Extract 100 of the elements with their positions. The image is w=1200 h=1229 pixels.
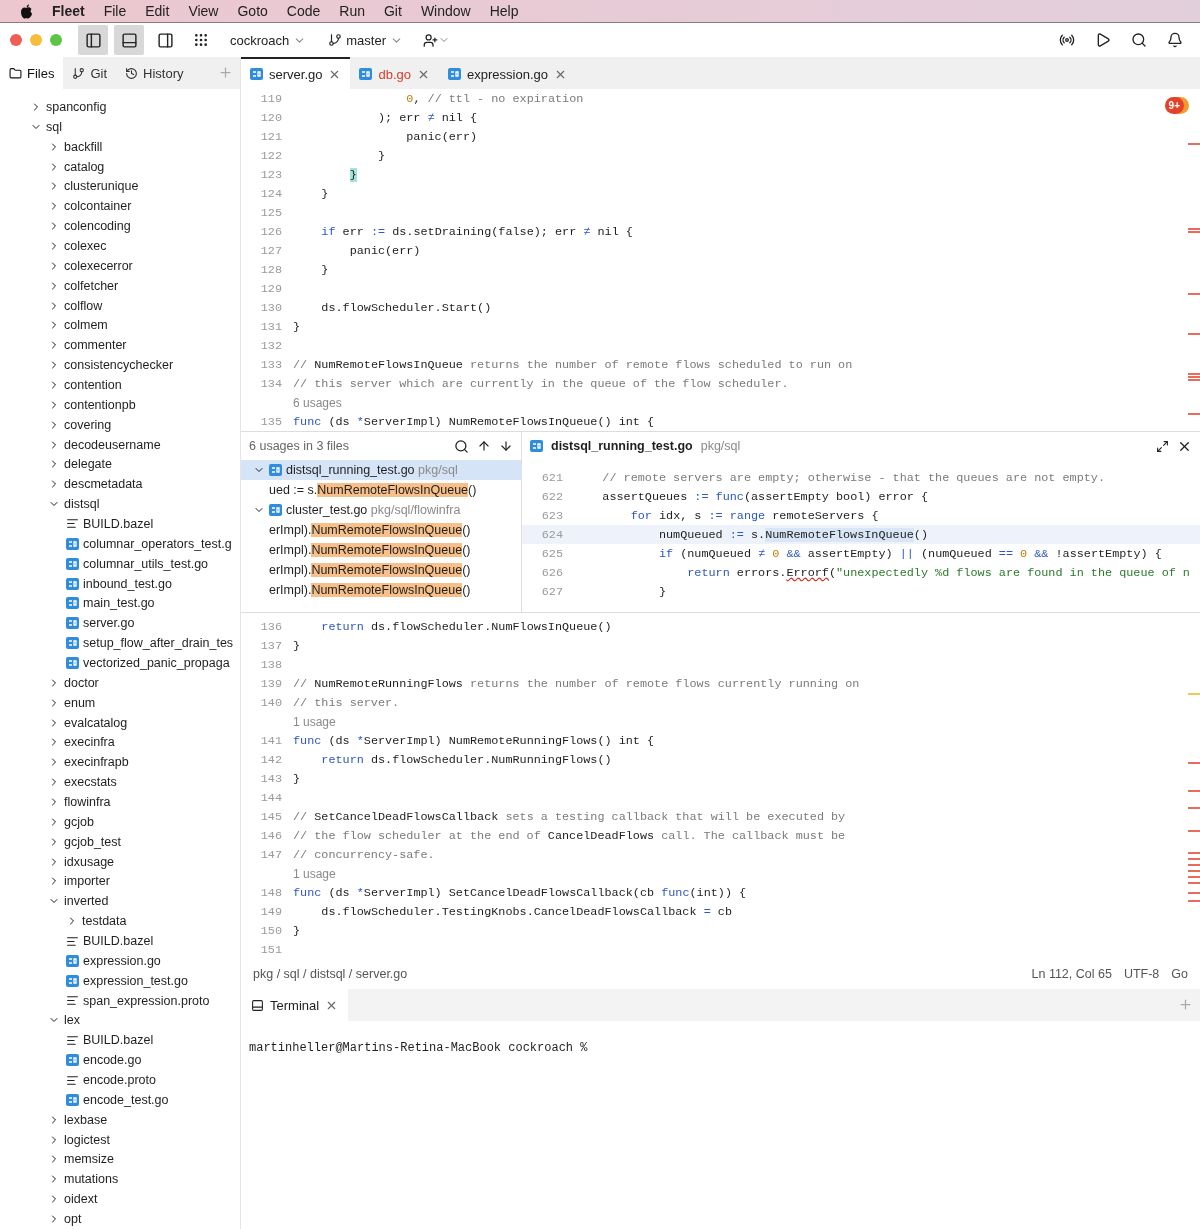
- down-arrow-icon[interactable]: [499, 439, 513, 453]
- menu-item[interactable]: View: [188, 3, 219, 19]
- folder-label[interactable]: catalog: [64, 159, 105, 174]
- tree-file-label[interactable]: expression_test.go: [83, 973, 188, 988]
- folder-label[interactable]: delegate: [64, 457, 112, 472]
- folder-label[interactable]: colflow: [64, 298, 103, 313]
- panel-toggle-button[interactable]: [78, 25, 108, 55]
- folder-label[interactable]: colcontainer: [64, 199, 132, 214]
- menu-item[interactable]: Goto: [237, 3, 268, 19]
- usages-hint[interactable]: 1 usage: [293, 864, 336, 883]
- tree-file-label[interactable]: encode_test.go: [83, 1092, 169, 1107]
- tree-file-label[interactable]: vectorized_panic_propaga: [83, 656, 230, 670]
- folder-label[interactable]: inverted: [64, 894, 109, 909]
- folder-label[interactable]: lex: [64, 1013, 80, 1028]
- folder-icon: [9, 66, 22, 80]
- folder-label[interactable]: contention: [64, 377, 122, 392]
- usages-hint[interactable]: 6 usages: [293, 393, 342, 412]
- folder-label[interactable]: importer: [64, 874, 110, 889]
- usages-hint[interactable]: 1 usage: [293, 712, 336, 731]
- usage-file-row[interactable]: cluster_test.go pkg/sql/flowinfra: [241, 500, 521, 520]
- apple-icon[interactable]: [20, 3, 33, 19]
- folder-label[interactable]: descmetadata: [64, 477, 143, 492]
- tree-file-label[interactable]: encode.proto: [83, 1073, 156, 1088]
- folder-label[interactable]: testdata: [82, 914, 127, 929]
- app-name[interactable]: Fleet: [52, 3, 85, 19]
- folder-label[interactable]: distsql: [64, 497, 100, 512]
- cursor-position[interactable]: Ln 112, Col 65: [1031, 967, 1112, 981]
- folder-label[interactable]: covering: [64, 417, 112, 432]
- workspace-dropdown[interactable]: cockroach: [222, 32, 315, 48]
- tree-file-label[interactable]: main_test.go: [83, 596, 155, 611]
- folder-label[interactable]: logictest: [64, 1132, 110, 1147]
- language[interactable]: Go: [1171, 967, 1188, 981]
- panel-toggle-button[interactable]: [114, 25, 144, 55]
- folder-label[interactable]: enum: [64, 695, 96, 710]
- tree-file-label[interactable]: columnar_operators_test.g: [83, 536, 232, 551]
- terminal-tab[interactable]: Terminal: [241, 989, 349, 1021]
- folder-label[interactable]: sql: [46, 119, 62, 134]
- tree-file-label[interactable]: columnar_utils_test.go: [83, 556, 209, 571]
- tree-file-label[interactable]: inbound_test.go: [83, 576, 172, 591]
- breadcrumb[interactable]: pkg / sql / distsql / server.go: [253, 967, 408, 981]
- folder-label[interactable]: execinfrapb: [64, 755, 129, 770]
- folder-label[interactable]: colencoding: [64, 219, 131, 234]
- tree-file-label[interactable]: BUILD.bazel: [83, 516, 154, 531]
- editor-tab[interactable]: expression.go: [439, 57, 576, 89]
- tree-file-label[interactable]: BUILD.bazel: [83, 934, 154, 948]
- line-number: 136: [259, 619, 283, 634]
- folder-label[interactable]: execinfra: [64, 735, 115, 750]
- folder-label[interactable]: gcjob: [64, 814, 94, 829]
- tree-file-label[interactable]: expression.go: [83, 953, 161, 968]
- search-icon[interactable]: [454, 438, 469, 454]
- folder-label[interactable]: decodeusername: [64, 437, 161, 452]
- editor-tab[interactable]: db.go: [350, 57, 440, 89]
- minimize-window-icon[interactable]: [30, 34, 42, 46]
- usage-file-row[interactable]: distsql_running_test.go pkg/sql: [241, 460, 521, 480]
- folder-label[interactable]: lexbase: [64, 1112, 108, 1127]
- folder-label[interactable]: opt: [64, 1212, 82, 1227]
- folder-label[interactable]: spanconfig: [46, 99, 107, 114]
- menu-item[interactable]: Run: [339, 3, 365, 19]
- branch-dropdown[interactable]: master: [320, 32, 411, 48]
- folder-label[interactable]: execstats: [64, 775, 117, 790]
- folder-label[interactable]: evalcatalog: [64, 715, 128, 730]
- menu-item[interactable]: File: [103, 3, 127, 19]
- tree-file-label[interactable]: server.go: [83, 616, 135, 631]
- encoding[interactable]: UTF-8: [1123, 967, 1160, 981]
- folder-label[interactable]: memsize: [64, 1152, 114, 1167]
- folder-label[interactable]: commenter: [64, 338, 127, 353]
- folder-label[interactable]: flowinfra: [64, 795, 111, 809]
- sidebar-tab[interactable]: Files: [0, 57, 64, 89]
- tree-file-label[interactable]: BUILD.bazel: [83, 1033, 154, 1048]
- tree-file-label[interactable]: span_expression.proto: [83, 993, 210, 1008]
- folder-label[interactable]: colexecerror: [64, 258, 133, 273]
- menu-item[interactable]: Window: [420, 3, 471, 19]
- folder-label[interactable]: doctor: [64, 675, 99, 690]
- folder-label[interactable]: gcjob_test: [64, 834, 121, 849]
- tree-file-label[interactable]: encode.go: [83, 1053, 142, 1068]
- editor-tab[interactable]: server.go: [241, 57, 351, 89]
- folder-label[interactable]: colexec: [64, 238, 107, 253]
- folder-label[interactable]: colmem: [64, 318, 108, 333]
- folder-label[interactable]: backfill: [64, 139, 103, 154]
- folder-label[interactable]: mutations: [64, 1172, 119, 1187]
- maximize-window-icon[interactable]: [50, 34, 62, 46]
- code-token: ==: [998, 546, 1013, 561]
- menu-item[interactable]: Edit: [145, 3, 170, 19]
- maximize-icon[interactable]: [1156, 439, 1169, 453]
- code-token: return: [321, 619, 364, 634]
- menu-item[interactable]: Git: [384, 3, 402, 19]
- line-number: 135: [259, 414, 283, 429]
- folder-label[interactable]: consistencychecker: [64, 358, 174, 373]
- folder-label[interactable]: colfetcher: [64, 278, 119, 293]
- menu-item[interactable]: Code: [286, 3, 321, 19]
- close-window-icon[interactable]: [10, 34, 22, 46]
- code-token: ≠: [758, 546, 766, 561]
- sidebar-tab[interactable]: History: [116, 57, 193, 89]
- menu-item[interactable]: Help: [489, 3, 519, 19]
- folder-label[interactable]: oidext: [64, 1192, 98, 1207]
- folder-label[interactable]: clusterunique: [64, 179, 139, 194]
- tree-file-label[interactable]: setup_flow_after_drain_tes: [83, 636, 234, 651]
- folder-label[interactable]: contentionpb: [64, 397, 136, 412]
- sidebar-tab[interactable]: Git: [63, 57, 117, 89]
- folder-label[interactable]: idxusage: [64, 854, 115, 869]
